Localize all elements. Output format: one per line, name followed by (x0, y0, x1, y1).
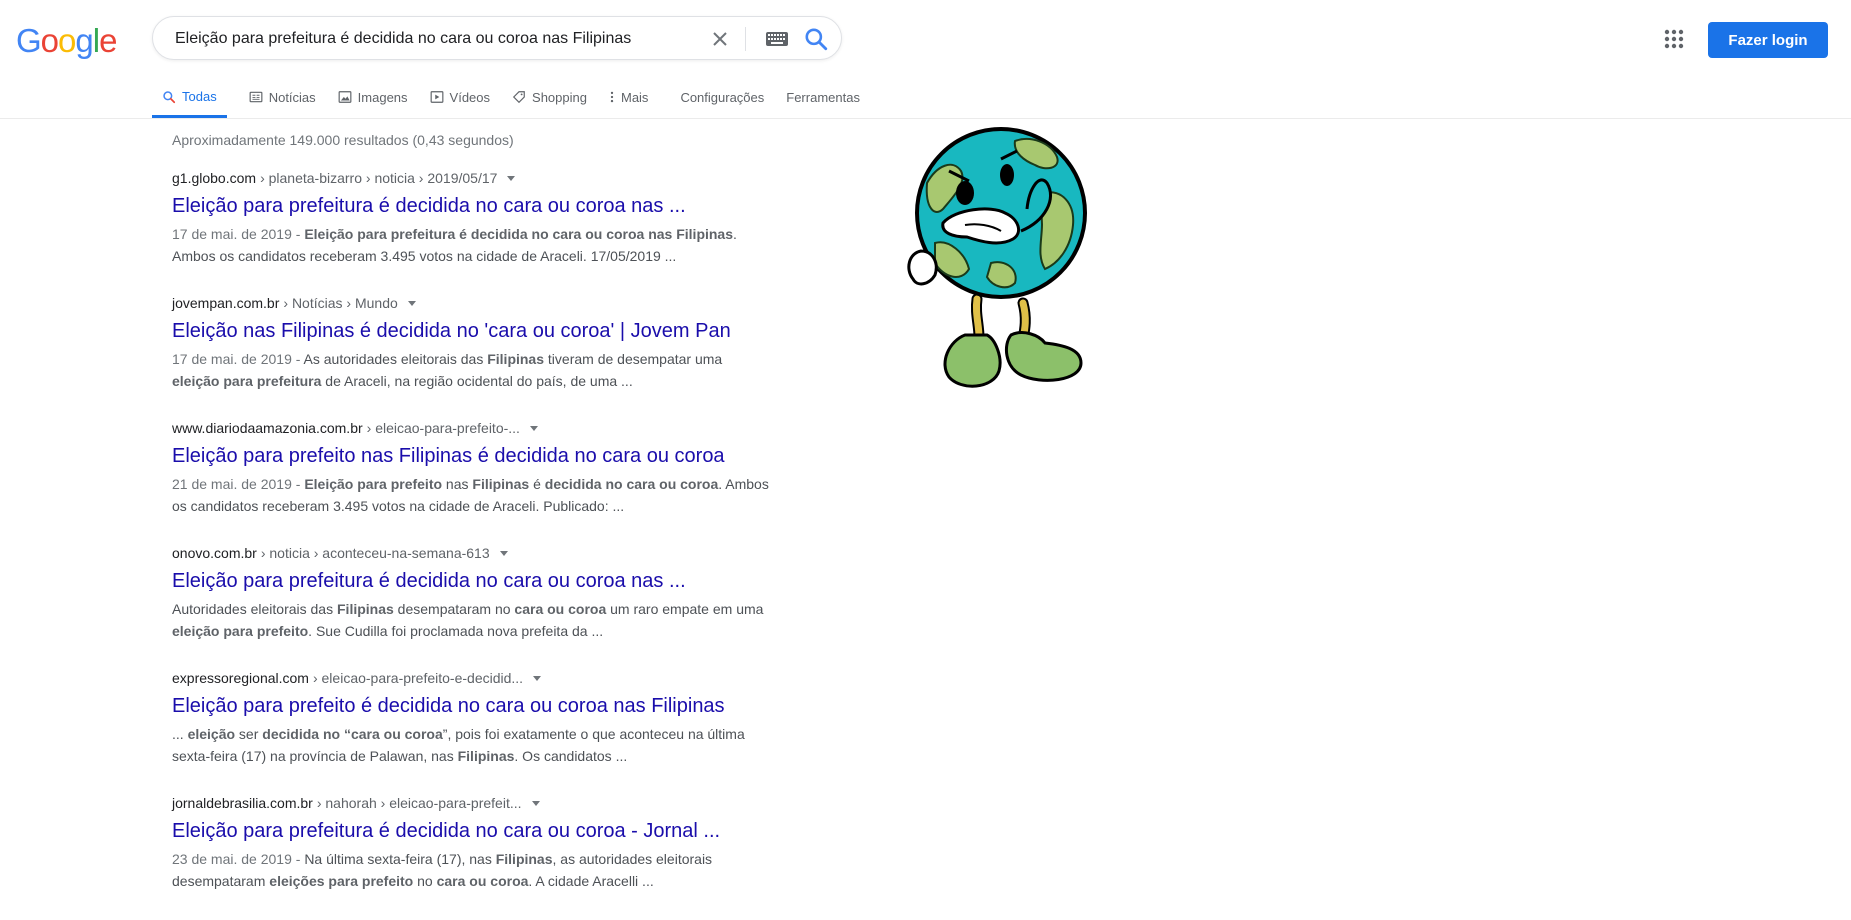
result-title-link[interactable]: Eleição para prefeitura é decidida no ca… (172, 193, 772, 219)
caret-down-icon[interactable] (533, 675, 542, 681)
logo-letter: o (40, 22, 59, 59)
result-snippet: 17 de mai. de 2019 - Eleição para prefei… (172, 226, 737, 264)
result-title-link[interactable]: Eleição para prefeitura é decidida no ca… (172, 818, 772, 844)
close-icon[interactable] (708, 27, 732, 51)
result-title-link[interactable]: Eleição nas Filipinas é decidida no 'car… (172, 318, 772, 344)
logo-letter: g (75, 22, 93, 59)
tab-label: Mais (620, 89, 649, 105)
logo-letter: G (16, 22, 42, 59)
keyboard-icon[interactable] (765, 31, 789, 47)
search-result: onovo.com.br › noticia › aconteceu-na-sem… (172, 545, 772, 670)
result-breadcrumb: › eleicao-para-prefeito-... (366, 420, 520, 436)
search-result: jornaldebrasilia.com.br › nahorah › eleic… (172, 795, 772, 920)
tab-all[interactable]: Todas (152, 78, 227, 118)
search-icon[interactable] (803, 26, 829, 52)
tab-label: Shopping (532, 89, 587, 105)
tab-label: Configurações (680, 89, 765, 105)
tab-label: Todas (182, 89, 217, 104)
tab-label: Vídeos (449, 89, 491, 105)
result-domain: onovo.com.br (172, 545, 257, 561)
tab-shopping[interactable]: Shopping (512, 78, 587, 116)
result-title-link[interactable]: Eleição para prefeito nas Filipinas é de… (172, 443, 772, 469)
search-result: www.diariodaamazonia.com.br › eleicao-par… (172, 420, 772, 545)
tab-label: Imagens (357, 89, 408, 105)
result-url[interactable]: g1.globo.com › planeta-bizarro › noticia … (172, 170, 772, 186)
result-domain: jornaldebrasilia.com.br (172, 795, 313, 811)
tab-tools[interactable]: Ferramentas (786, 78, 860, 116)
result-snippet: 21 de mai. de 2019 - Eleição para prefei… (172, 476, 769, 514)
search-tabs: Todas Notícias Imagens Vídeos Shopping M… (152, 78, 882, 118)
result-breadcrumb: › eleicao-para-prefeito-e-decidid... (312, 670, 524, 686)
result-url[interactable]: expressoregional.com › eleicao-para-prefe… (172, 670, 772, 686)
tab-more[interactable]: Mais (609, 78, 648, 116)
tab-images[interactable]: Imagens (338, 78, 408, 116)
tab-videos[interactable]: Vídeos (430, 78, 490, 116)
login-button[interactable]: Fazer login (1708, 22, 1828, 58)
video-icon (430, 91, 443, 103)
search-divider (745, 27, 746, 51)
result-snippet: Autoridades eleitorais das Filipinas des… (172, 601, 764, 639)
result-url[interactable]: jornaldebrasilia.com.br › nahorah › eleic… (172, 795, 772, 811)
result-snippet: 17 de mai. de 2019 - As autoridades elei… (172, 351, 723, 389)
tab-label: Ferramentas (786, 89, 860, 105)
logo-letter: o (58, 22, 76, 59)
caret-down-icon[interactable] (531, 800, 540, 806)
tab-settings[interactable]: Configurações (680, 78, 764, 116)
search-result: jovempan.com.br › Notícias › Mundo Eleição… (172, 295, 772, 420)
tab-news[interactable]: Notícias (249, 78, 316, 116)
result-title-link[interactable]: Eleição para prefeito é decidida no cara… (172, 693, 772, 719)
results-list: g1.globo.com › planeta-bizarro › noticia … (172, 170, 772, 920)
result-domain: g1.globo.com (172, 170, 257, 186)
result-url[interactable]: jovempan.com.br › Notícias › Mundo (172, 295, 772, 311)
logo-letter: e (99, 22, 117, 59)
caret-down-icon[interactable] (507, 175, 516, 181)
more-icon (610, 91, 614, 103)
result-domain: jovempan.com.br (172, 295, 280, 311)
result-snippet: 23 de mai. de 2019 - Na última sexta-fei… (172, 851, 713, 889)
tag-icon (512, 91, 525, 104)
earth-mascot-image (907, 127, 1087, 388)
caret-down-icon[interactable] (499, 550, 508, 556)
search-box (152, 16, 842, 61)
result-domain: www.diariodaamazonia.com.br (172, 420, 363, 436)
result-stats: Aproximadamente 149.000 resultados (0,43… (172, 132, 514, 148)
result-breadcrumb: › planeta-bizarro › noticia › 2019/05/17 (260, 170, 498, 186)
apps-grid-icon[interactable] (1663, 28, 1685, 50)
caret-down-icon[interactable] (529, 425, 538, 431)
result-breadcrumb: › noticia › aconteceu-na-semana-613 (260, 545, 490, 561)
search-input[interactable] (173, 17, 697, 61)
google-logo[interactable]: Google (16, 22, 117, 60)
image-icon (338, 91, 352, 103)
search-result: g1.globo.com › planeta-bizarro › noticia … (172, 170, 772, 295)
result-url[interactable]: onovo.com.br › noticia › aconteceu-na-sem… (172, 545, 772, 561)
caret-down-icon[interactable] (407, 300, 416, 306)
search-icon (163, 90, 176, 103)
result-breadcrumb: › nahorah › eleicao-para-prefeit... (316, 795, 522, 811)
result-url[interactable]: www.diariodaamazonia.com.br › eleicao-par… (172, 420, 772, 436)
result-domain: expressoregional.com (172, 670, 309, 686)
result-breadcrumb: › Notícias › Mundo (283, 295, 398, 311)
news-icon (249, 91, 263, 103)
result-snippet: ... eleição ser decidida no “cara ou cor… (172, 726, 745, 764)
search-result: expressoregional.com › eleicao-para-prefe… (172, 670, 772, 795)
result-title-link[interactable]: Eleição para prefeitura é decidida no ca… (172, 568, 772, 594)
tab-label: Notícias (268, 89, 316, 105)
